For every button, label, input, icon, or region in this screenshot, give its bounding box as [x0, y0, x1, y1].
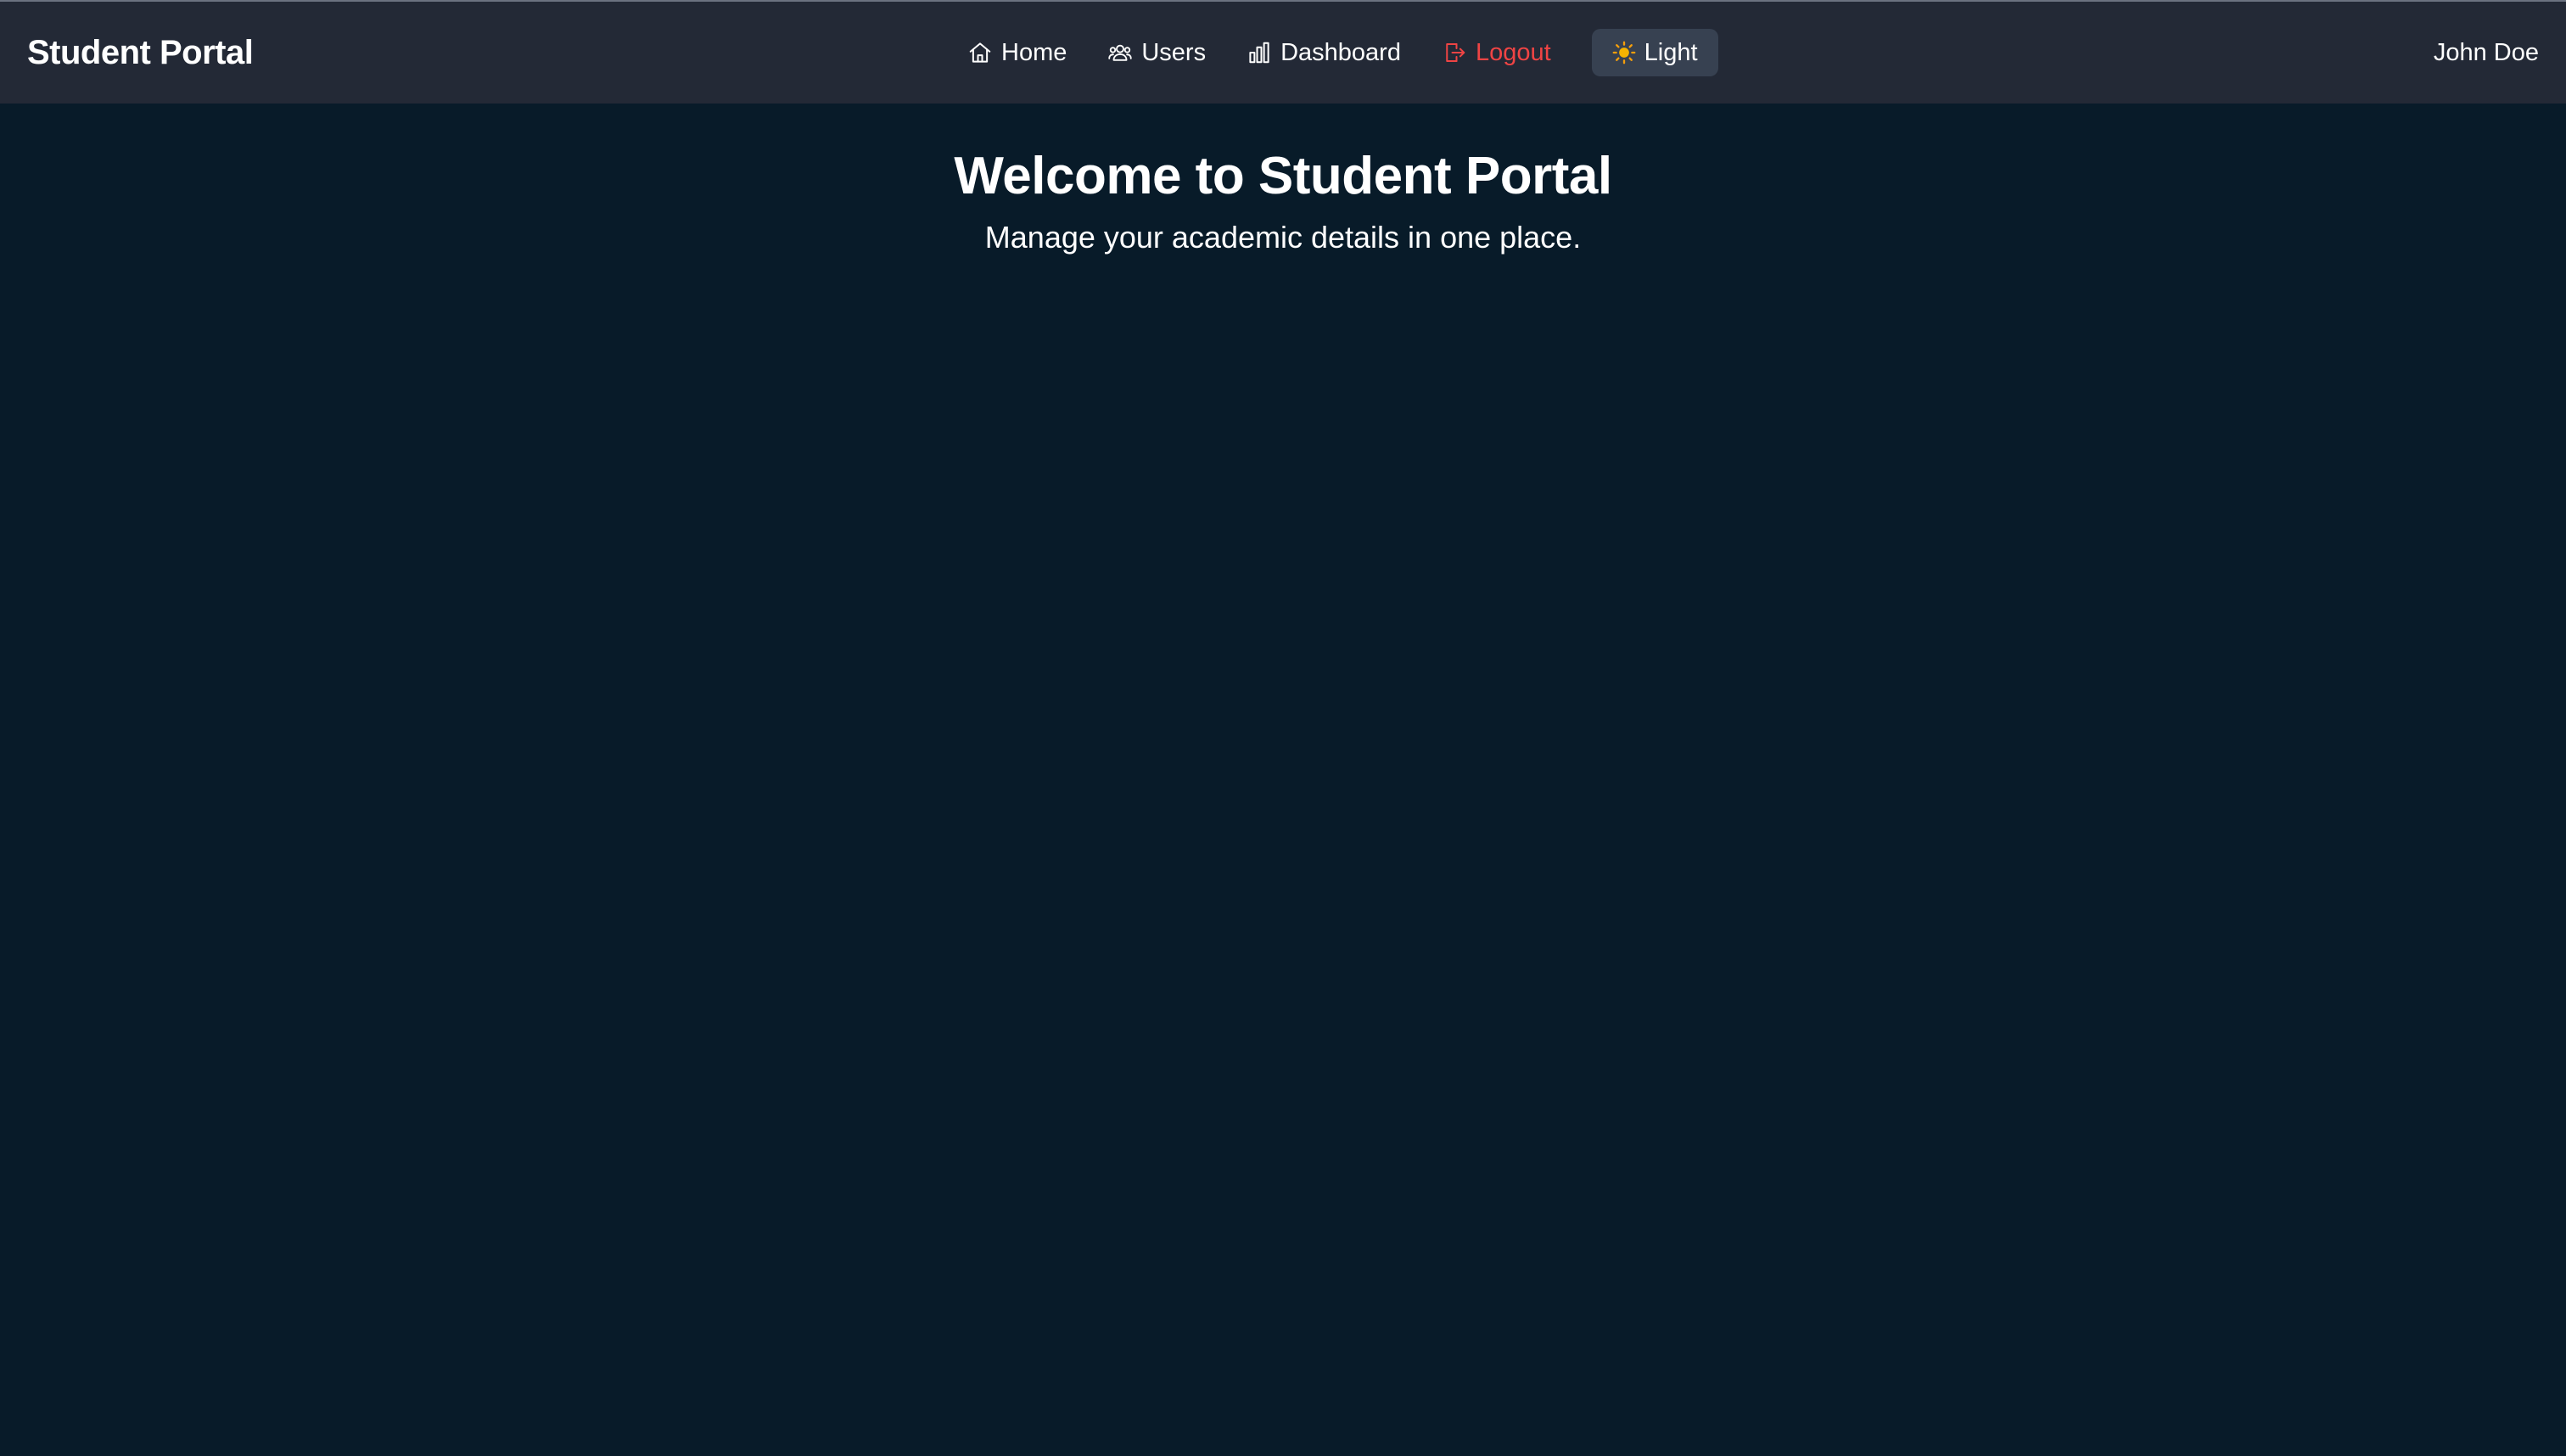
home-icon — [967, 40, 993, 65]
brand-title[interactable]: Student Portal — [27, 2, 254, 104]
nav-users-label: Users — [1141, 38, 1207, 66]
nav-logout-link[interactable]: Logout — [1442, 29, 1551, 76]
nav-home-label: Home — [1001, 38, 1067, 66]
nav-dashboard-label: Dashboard — [1280, 38, 1401, 66]
user-name[interactable]: John Doe — [2434, 2, 2539, 104]
logout-icon — [1442, 40, 1467, 65]
sun-icon — [1612, 41, 1636, 64]
nav-home-link[interactable]: Home — [967, 29, 1067, 76]
nav-users-link[interactable]: Users — [1107, 29, 1206, 76]
main-nav: Home Users Dashboard Logout Light — [967, 2, 1718, 104]
theme-toggle-button[interactable]: Light — [1591, 29, 1718, 76]
top-navbar: Student Portal Home Users Dashboard Logo… — [0, 0, 2566, 104]
nav-logout-label: Logout — [1475, 38, 1551, 66]
users-icon — [1107, 40, 1133, 65]
nav-dashboard-link[interactable]: Dashboard — [1247, 29, 1401, 76]
hero-section: Welcome to Student Portal Manage your ac… — [0, 144, 2566, 256]
theme-toggle-label: Light — [1644, 38, 1698, 66]
page-title: Welcome to Student Portal — [954, 147, 1612, 205]
page-subtitle: Manage your academic details in one plac… — [984, 220, 1582, 255]
bar-chart-icon — [1247, 40, 1272, 65]
